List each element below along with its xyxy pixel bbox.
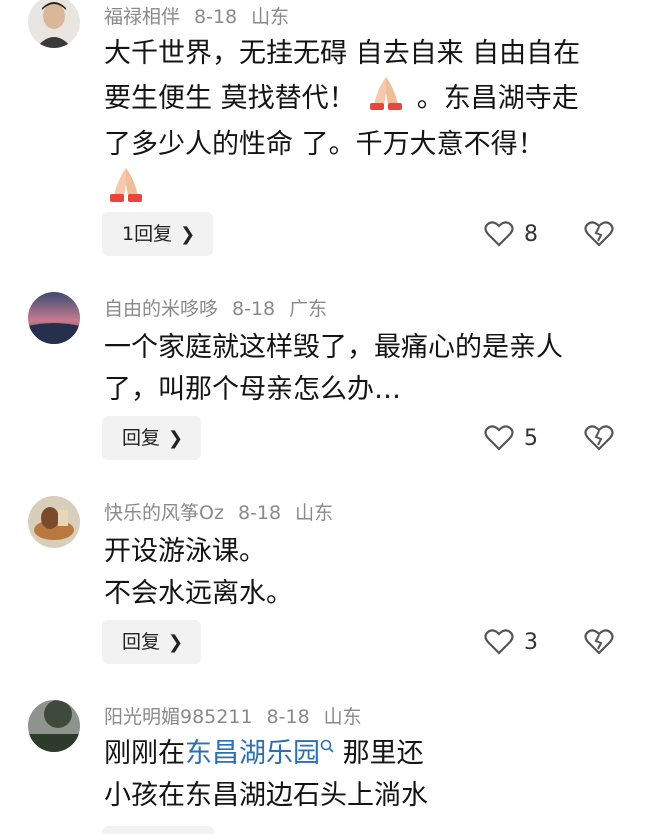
comment-line: 不会水远离水。 bbox=[104, 578, 293, 609]
username[interactable]: 阳光明媚985211 bbox=[104, 706, 253, 728]
comment-location: 山东 bbox=[251, 6, 290, 28]
broken-heart-icon bbox=[584, 221, 614, 247]
like-button[interactable]: 8 bbox=[484, 212, 538, 256]
broken-heart-icon bbox=[584, 629, 614, 655]
comment-date: 8-18 bbox=[232, 298, 276, 320]
username[interactable]: 福禄相伴 bbox=[104, 6, 180, 28]
comment-line: 小孩在东昌湖边石头上淌水 bbox=[104, 780, 428, 811]
comment-line: 要生便生 莫找替代！ 。东昌湖寺走 bbox=[104, 75, 624, 124]
praying-hands-emoji bbox=[104, 166, 624, 217]
heart-outline-icon bbox=[484, 221, 514, 247]
chevron-right-icon: ❯ bbox=[180, 224, 196, 245]
chevron-right-icon: ❯ bbox=[168, 428, 184, 449]
comment-meta: 自由的米哆哆 8-18 广东 bbox=[104, 296, 341, 322]
avatar[interactable] bbox=[28, 0, 80, 48]
comment-date: 8-18 bbox=[266, 706, 310, 728]
reply-button[interactable]: 回复 ❯ bbox=[102, 620, 202, 664]
comment-line: 一个家庭就这样毁了，最痛心的是亲人 bbox=[104, 332, 563, 363]
reply-label: 1回复 bbox=[122, 223, 173, 245]
like-count: 8 bbox=[524, 221, 538, 247]
username[interactable]: 自由的米哆哆 bbox=[104, 298, 218, 320]
topic-link[interactable]: 东昌湖乐园 bbox=[185, 738, 320, 769]
comment-line-part: 那里还 bbox=[334, 738, 424, 769]
like-button[interactable]: 5 bbox=[484, 416, 538, 460]
comment-text: 开设游泳课。 不会水远离水。 bbox=[104, 531, 624, 615]
comment-location: 山东 bbox=[323, 706, 362, 728]
comment-date: 8-18 bbox=[237, 502, 282, 524]
dislike-button[interactable] bbox=[584, 416, 614, 460]
comment-location: 山东 bbox=[295, 502, 334, 524]
heart-outline-icon bbox=[484, 629, 514, 655]
comment-line: 了多少人的性命 了。千万大意不得！ bbox=[104, 129, 545, 160]
dislike-button[interactable] bbox=[584, 212, 614, 256]
heart-outline-icon bbox=[484, 425, 514, 451]
like-button[interactable]: 3 bbox=[484, 620, 538, 664]
comment-line-part: 要生便生 莫找替代！ bbox=[104, 83, 356, 114]
comment-line: 大千世界，无挂无碍 自去自来 自由自在 bbox=[104, 38, 581, 69]
avatar[interactable] bbox=[28, 292, 80, 344]
comment-meta: 阳光明媚985211 8-18 山东 bbox=[104, 704, 376, 730]
avatar[interactable] bbox=[28, 700, 80, 752]
comment-location: 广东 bbox=[289, 298, 328, 320]
comment-line: 刚刚在东昌湖乐园 那里还 bbox=[104, 733, 474, 775]
comment-line-part: 刚刚在 bbox=[104, 738, 185, 769]
comment-line: 开设游泳课。 bbox=[104, 536, 266, 567]
avatar[interactable] bbox=[28, 496, 80, 548]
reply-button[interactable]: 回复 ❯ bbox=[102, 416, 202, 460]
reply-label: 回复 bbox=[122, 631, 161, 653]
reply-button-partial[interactable] bbox=[102, 826, 214, 834]
praying-hands-emoji bbox=[364, 75, 408, 124]
reply-label: 回复 bbox=[122, 427, 161, 449]
comment-text: 大千世界，无挂无碍 自去自来 自由自在 要生便生 莫找替代！ 。东昌湖寺走 了多… bbox=[104, 33, 624, 217]
comment-date: 8-18 bbox=[194, 6, 238, 28]
search-icon[interactable] bbox=[320, 739, 334, 753]
dislike-button[interactable] bbox=[584, 620, 614, 664]
comment-text: 刚刚在东昌湖乐园 那里还 小孩在东昌湖边石头上淌水 bbox=[104, 733, 474, 817]
broken-heart-icon bbox=[584, 425, 614, 451]
comment-line-part: 。东昌湖寺走 bbox=[416, 83, 579, 114]
like-count: 3 bbox=[524, 629, 538, 655]
reply-button[interactable]: 1回复 ❯ bbox=[102, 212, 214, 256]
like-count: 5 bbox=[524, 425, 538, 451]
comment-meta: 福禄相伴 8-18 山东 bbox=[104, 4, 303, 30]
comment-meta: 快乐的风筝Oz 8-18 山东 bbox=[104, 500, 347, 526]
comment-text: 一个家庭就这样毁了，最痛心的是亲人 了，叫那个母亲怎么办… bbox=[104, 327, 624, 411]
username[interactable]: 快乐的风筝Oz bbox=[104, 502, 224, 524]
chevron-right-icon: ❯ bbox=[168, 632, 184, 653]
comment-line: 了，叫那个母亲怎么办… bbox=[104, 374, 401, 405]
